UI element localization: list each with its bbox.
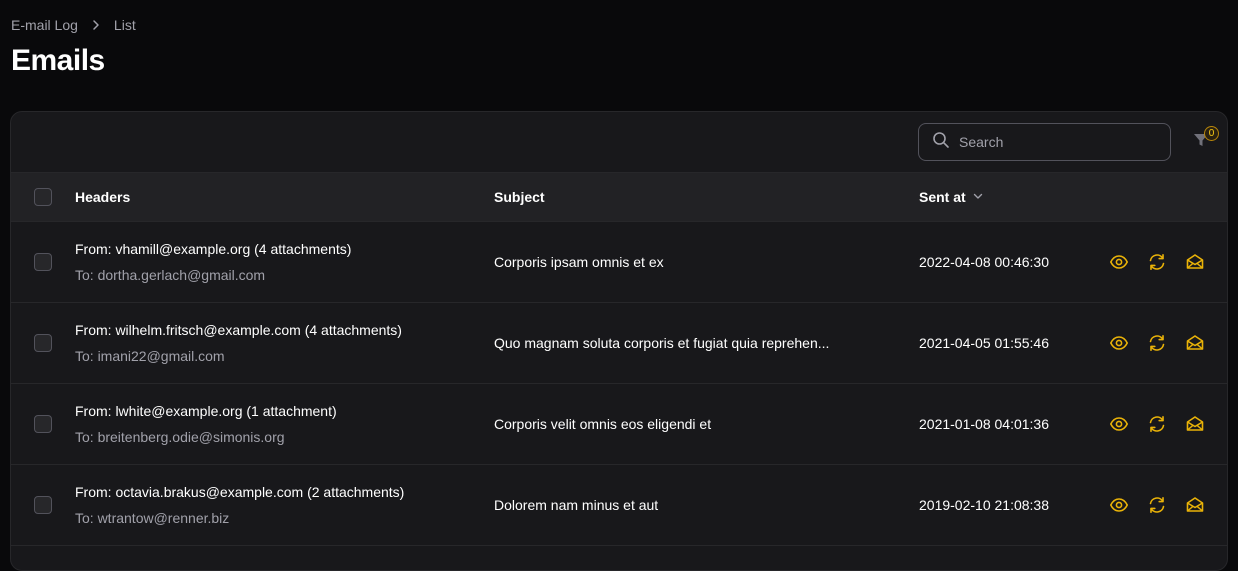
sent-at-cell: 2021-01-08 04:01:36 <box>919 416 1049 432</box>
search-box[interactable] <box>918 123 1171 161</box>
headers-cell: From: wilhelm.fritsch@example.com (4 att… <box>75 320 494 366</box>
table-row: From: octavia.brakus@example.com (2 atta… <box>11 465 1227 546</box>
row-checkbox[interactable] <box>34 496 52 514</box>
sent-at-cell: 2022-04-08 00:46:30 <box>919 254 1049 270</box>
headers-cell: From: vhamill@example.org (4 attachments… <box>75 239 494 285</box>
envelope-open-icon[interactable] <box>1185 333 1205 353</box>
from-text: From: wilhelm.fritsch@example.com (4 att… <box>75 322 402 338</box>
emails-table-card: 0 Headers Subject Sent at From: vhamill@… <box>10 111 1228 571</box>
search-input[interactable] <box>959 134 1159 150</box>
to-text: To: wtrantow@renner.biz <box>75 510 230 526</box>
from-text: From: vhamill@example.org (4 attachments… <box>75 241 352 257</box>
breadcrumb: E-mail Log List <box>11 17 136 33</box>
eye-icon[interactable] <box>1109 414 1129 434</box>
sent-at-cell: 2021-04-05 01:55:46 <box>919 335 1049 351</box>
breadcrumb-parent[interactable]: E-mail Log <box>11 17 78 33</box>
refresh-icon[interactable] <box>1147 333 1167 353</box>
headers-cell: From: lwhite@example.org (1 attachment) … <box>75 401 494 447</box>
from-text: From: lwhite@example.org (1 attachment) <box>75 403 337 419</box>
table-row: From: lwhite@example.org (1 attachment) … <box>11 384 1227 465</box>
eye-icon[interactable] <box>1109 495 1129 515</box>
refresh-icon[interactable] <box>1147 495 1167 515</box>
row-checkbox[interactable] <box>34 334 52 352</box>
subject-cell: Quo magnam soluta corporis et fugiat qui… <box>494 335 830 351</box>
to-text: To: imani22@gmail.com <box>75 348 225 364</box>
breadcrumb-current: List <box>113 17 136 33</box>
table-row: From: wilhelm.fritsch@example.com (4 att… <box>11 303 1227 384</box>
table-header-row: Headers Subject Sent at <box>11 173 1227 222</box>
filter-count-badge: 0 <box>1204 126 1219 141</box>
table-row: From: vhamill@example.org (4 attachments… <box>11 222 1227 303</box>
sent-at-cell: 2019-02-10 21:08:38 <box>919 497 1049 513</box>
to-text: To: dortha.gerlach@gmail.com <box>75 267 266 283</box>
envelope-open-icon[interactable] <box>1185 252 1205 272</box>
sent-at-label: Sent at <box>919 189 966 205</box>
headers-cell: From: octavia.brakus@example.com (2 atta… <box>75 482 494 528</box>
row-checkbox[interactable] <box>34 415 52 433</box>
column-header-sent-at[interactable]: Sent at <box>919 189 1109 205</box>
filter-button[interactable]: 0 <box>1187 126 1219 156</box>
to-text: To: breitenberg.odie@simonis.org <box>75 429 285 445</box>
envelope-open-icon[interactable] <box>1185 414 1205 434</box>
select-all-checkbox[interactable] <box>34 188 52 206</box>
subject-cell: Dolorem nam minus et aut <box>494 497 659 513</box>
table-toolbar: 0 <box>11 112 1227 173</box>
column-header-subject: Subject <box>494 189 545 205</box>
chevron-right-icon <box>88 17 104 33</box>
eye-icon[interactable] <box>1109 252 1129 272</box>
row-checkbox[interactable] <box>34 253 52 271</box>
refresh-icon[interactable] <box>1147 414 1167 434</box>
eye-icon[interactable] <box>1109 333 1129 353</box>
column-header-headers: Headers <box>75 189 131 205</box>
envelope-open-icon[interactable] <box>1185 495 1205 515</box>
page-title: Emails <box>11 44 105 77</box>
search-icon <box>932 131 950 154</box>
chevron-down-icon <box>972 189 984 205</box>
from-text: From: octavia.brakus@example.com (2 atta… <box>75 484 405 500</box>
subject-cell: Corporis velit omnis eos eligendi et <box>494 416 712 432</box>
subject-cell: Corporis ipsam omnis et ex <box>494 254 664 270</box>
refresh-icon[interactable] <box>1147 252 1167 272</box>
